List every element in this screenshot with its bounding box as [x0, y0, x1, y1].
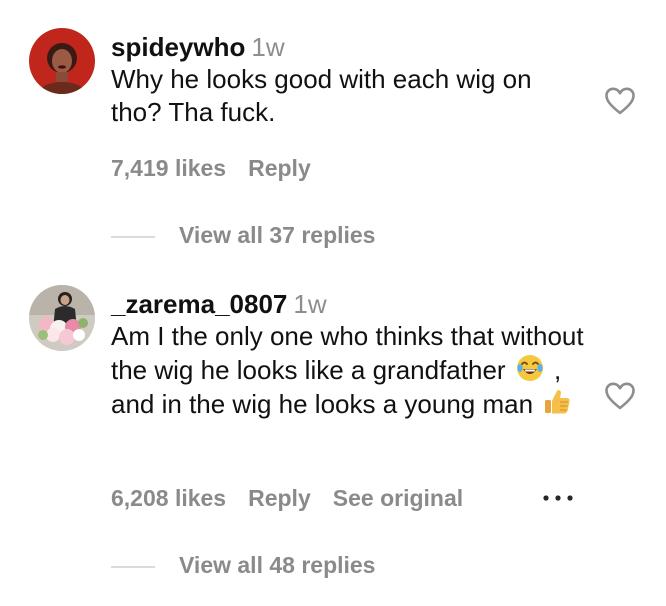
- comment-text-part-1: Am I the only one who thinks that withou…: [111, 321, 584, 385]
- likes-count[interactable]: 6,208 likes: [111, 485, 226, 511]
- view-replies-button[interactable]: View all 48 replies: [111, 552, 375, 579]
- heart-icon[interactable]: [604, 381, 636, 411]
- timestamp: 1w: [293, 289, 327, 319]
- divider-line: [111, 565, 155, 568]
- reply-button[interactable]: Reply: [248, 485, 311, 511]
- comment-text: Am I the only one who thinks that withou…: [111, 320, 589, 421]
- avatar-image: [29, 285, 95, 351]
- see-original-button[interactable]: See original: [333, 485, 463, 511]
- avatar[interactable]: [29, 285, 95, 351]
- laughing-emoji-icon: [516, 355, 543, 381]
- view-replies-label: View all 48 replies: [179, 552, 376, 578]
- comment-2: _zarema_0807 1w Am I the only one who thi…: [0, 0, 666, 606]
- thumbs-up-emoji-icon: [545, 390, 570, 414]
- username[interactable]: _zarema_0807: [111, 289, 287, 319]
- more-options-icon[interactable]: [541, 493, 575, 503]
